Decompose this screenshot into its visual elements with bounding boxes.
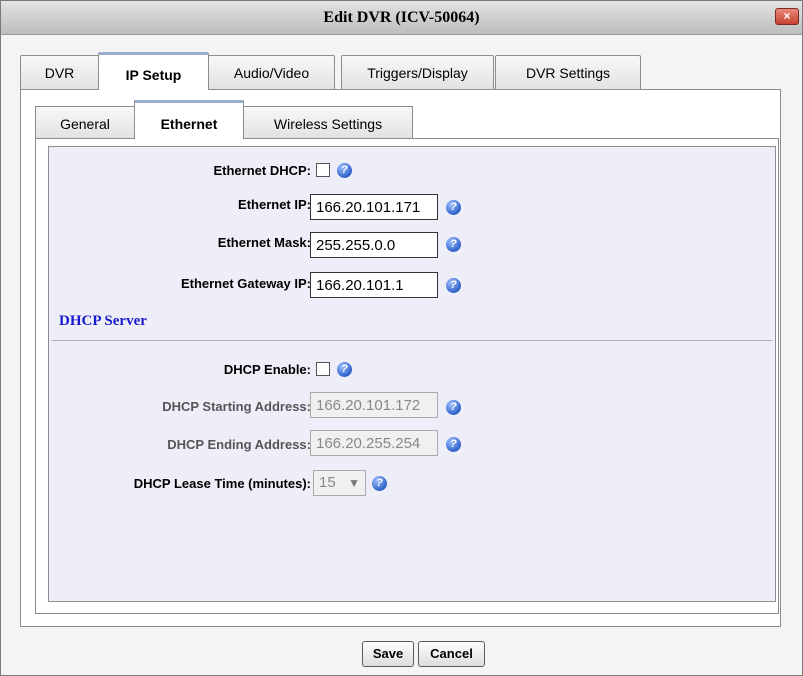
subtab-ethernet[interactable]: Ethernet [134,100,244,139]
cancel-button[interactable]: Cancel [418,641,485,667]
dhcp-enable-label: DHCP Enable: [223,362,311,377]
ethernet-gateway-label: Ethernet Gateway IP: [180,276,311,291]
dhcp-lease-value: 15 [319,474,336,491]
chevron-down-icon: ▼ [348,476,360,490]
dhcp-end-label: DHCP Ending Address: [167,437,311,452]
dhcp-end-input[interactable] [310,430,438,456]
tab-ip-setup[interactable]: IP Setup [98,52,209,90]
ethernet-dhcp-checkbox[interactable] [316,163,330,177]
ethernet-ip-label: Ethernet IP: [238,197,311,212]
section-divider [52,340,772,341]
ethernet-mask-label: Ethernet Mask: [217,235,311,250]
ethernet-mask-input[interactable] [310,232,438,258]
dhcp-start-input[interactable] [310,392,438,418]
tab-audio-video[interactable]: Audio/Video [208,55,335,89]
dhcp-end-help-icon[interactable]: ? [446,437,461,452]
dhcp-start-label: DHCP Starting Address: [162,399,311,414]
subtab-wireless-settings[interactable]: Wireless Settings [243,106,413,138]
ethernet-ip-input[interactable] [310,194,438,220]
ethernet-gateway-input[interactable] [310,272,438,298]
ethernet-gateway-help-icon[interactable]: ? [446,278,461,293]
close-icon[interactable]: × [775,8,799,25]
ethernet-dhcp-help-icon[interactable]: ? [337,163,352,178]
save-button[interactable]: Save [362,641,414,667]
dhcp-enable-help-icon[interactable]: ? [337,362,352,377]
tab-triggers-display[interactable]: Triggers/Display [341,55,494,89]
ethernet-mask-help-icon[interactable]: ? [446,237,461,252]
dialog-title: Edit DVR (ICV-50064) [323,9,480,26]
dhcp-lease-select[interactable]: 15 ▼ [313,470,366,496]
ethernet-dhcp-label: Ethernet DHCP: [213,163,311,178]
dhcp-lease-help-icon[interactable]: ? [372,476,387,491]
dhcp-enable-checkbox[interactable] [316,362,330,376]
dhcp-lease-label: DHCP Lease Time (minutes): [133,476,311,491]
subtab-general[interactable]: General [35,106,135,138]
tab-dvr[interactable]: DVR [20,55,99,89]
dhcp-server-section-title: DHCP Server [59,313,147,329]
title-bar[interactable]: Edit DVR (ICV-50064) × [1,1,802,35]
ethernet-ip-help-icon[interactable]: ? [446,200,461,215]
tab-dvr-settings[interactable]: DVR Settings [495,55,641,89]
dhcp-start-help-icon[interactable]: ? [446,400,461,415]
